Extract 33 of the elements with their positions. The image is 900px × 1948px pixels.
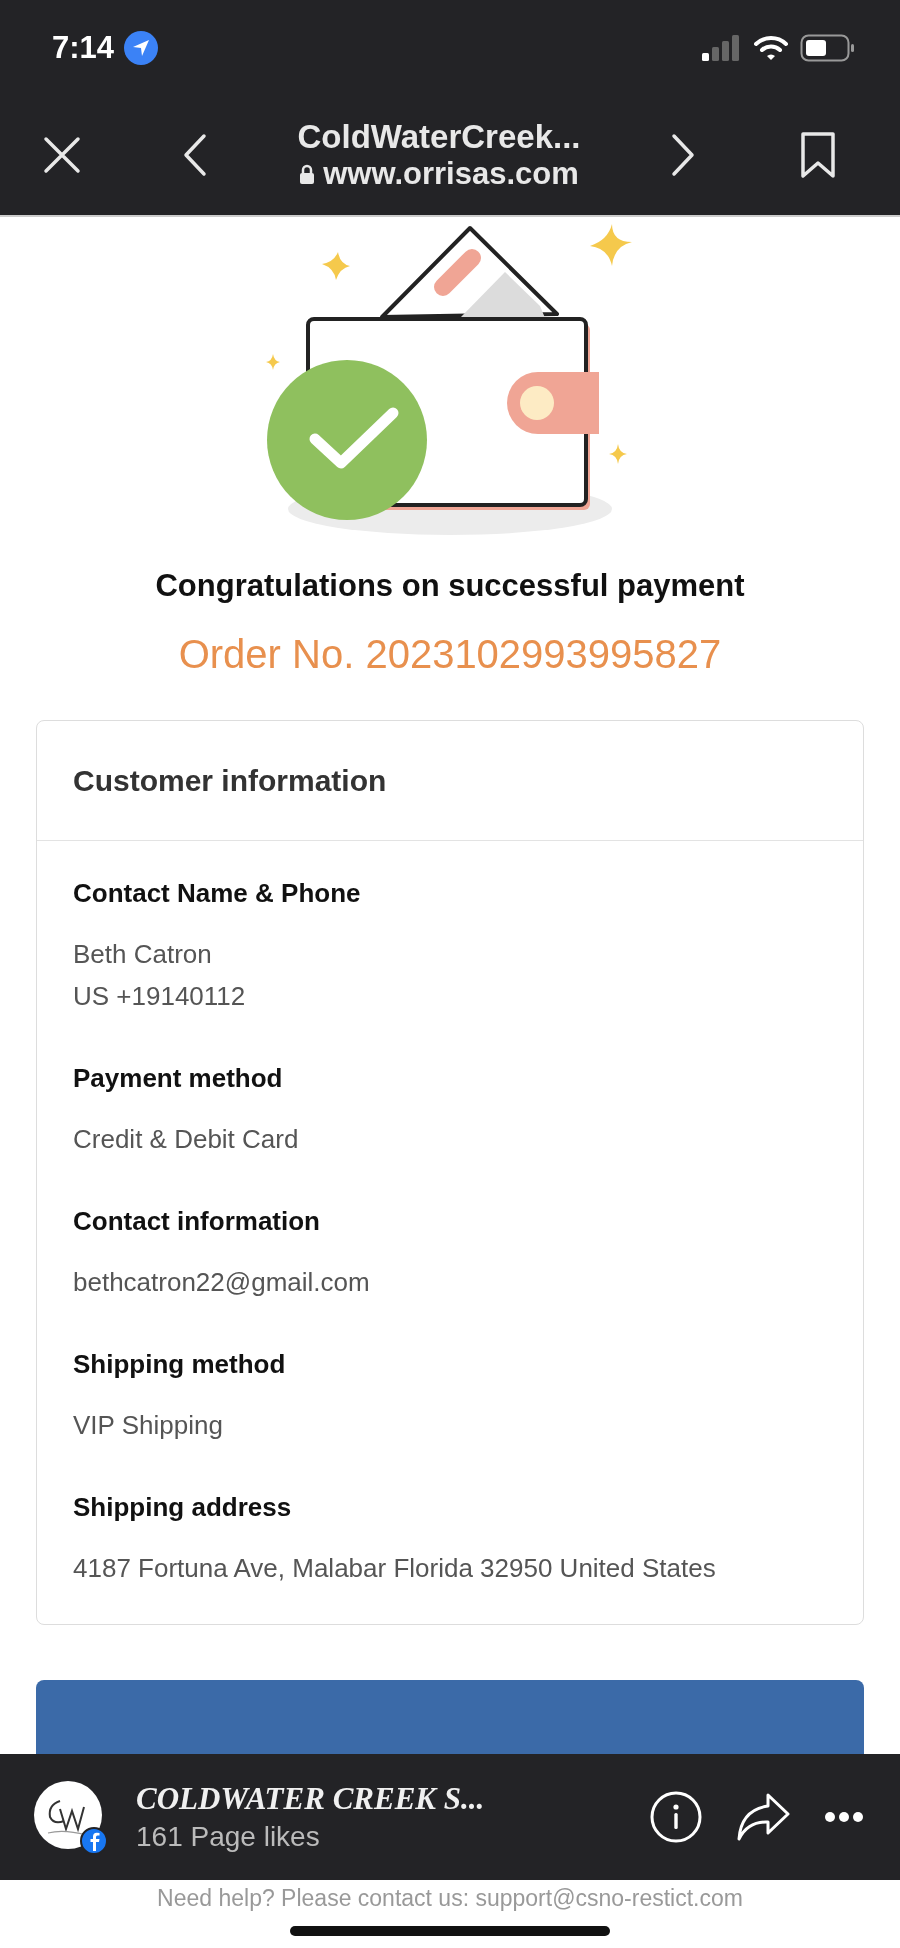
field-label: Payment method xyxy=(73,1062,284,1095)
field-label: Contact information xyxy=(73,1205,321,1238)
field-label: Shipping method xyxy=(73,1348,287,1381)
success-message: Congratulations on successful payment xyxy=(154,567,746,605)
page-likes: 161 Page likes xyxy=(136,1821,321,1853)
forward-icon[interactable] xyxy=(671,133,695,177)
field-value: 4187 Fortuna Ave, Malabar Florida 32950 United States xyxy=(73,1552,717,1585)
info-icon[interactable] xyxy=(650,1791,702,1843)
share-icon[interactable] xyxy=(736,1792,790,1842)
field-value: VIP Shipping xyxy=(73,1409,224,1442)
back-icon[interactable] xyxy=(183,133,207,177)
clock-time: 7:14 xyxy=(52,29,115,66)
wifi-icon xyxy=(754,34,788,61)
url-text: www.orrisas.com xyxy=(323,156,579,192)
field-label: Shipping address xyxy=(73,1491,293,1524)
field-value: US +19140112 xyxy=(73,980,247,1013)
field-value: bethcatron22@gmail.com xyxy=(73,1266,371,1299)
more-icon[interactable] xyxy=(824,1811,864,1823)
page-name[interactable]: COLDWATER CREEK S... xyxy=(136,1781,650,1817)
field-label: Contact Name & Phone xyxy=(73,877,362,910)
facebook-badge-icon xyxy=(80,1827,108,1855)
bookmark-icon[interactable] xyxy=(800,131,836,179)
field-value: Credit & Debit Card xyxy=(73,1123,300,1156)
card-heading: Customer information xyxy=(73,763,387,798)
help-text: Need help? Please contact us: support@csno-restict.com xyxy=(156,1884,744,1913)
lock-icon xyxy=(299,164,316,184)
field-value: Beth Catron xyxy=(73,938,213,971)
order-number: Order No. 2023102993995827 xyxy=(177,631,723,678)
location-icon xyxy=(124,30,159,65)
page-title: ColdWaterCreek... xyxy=(297,118,581,156)
signal-icon xyxy=(702,34,742,61)
battery-icon xyxy=(800,33,856,62)
close-icon[interactable] xyxy=(42,135,82,175)
